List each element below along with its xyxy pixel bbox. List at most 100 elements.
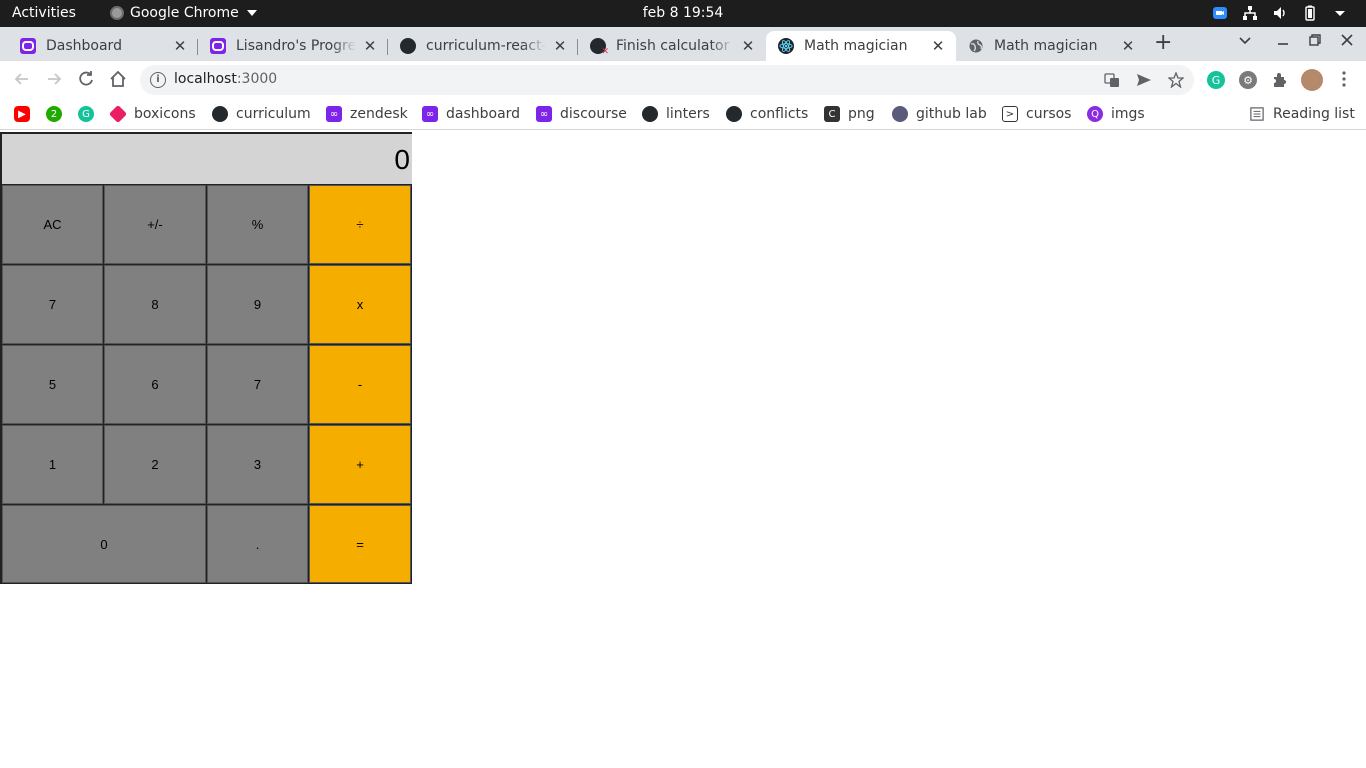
- bookmark-label: png: [848, 106, 875, 122]
- tab-title: Dashboard: [46, 38, 122, 54]
- bookmark-discourse[interactable]: ∞ discourse: [536, 104, 627, 124]
- url-host: localhost: [174, 71, 237, 87]
- restore-icon[interactable]: [1308, 33, 1322, 51]
- close-icon[interactable]: ✕: [552, 38, 568, 54]
- key-decimal[interactable]: .: [207, 505, 308, 583]
- minimize-icon[interactable]: [1276, 33, 1290, 51]
- tab-math-magician[interactable]: Math magician ✕: [956, 31, 1146, 61]
- key-multiply[interactable]: x: [309, 265, 411, 344]
- close-icon[interactable]: ✕: [740, 38, 756, 54]
- close-window-icon[interactable]: [1340, 33, 1354, 51]
- key-percent[interactable]: %: [207, 185, 308, 264]
- octocat-icon: [892, 106, 908, 122]
- app-menu[interactable]: Google Chrome: [110, 5, 257, 21]
- tab-strip: Dashboard ✕ Lisandro's Progress ✕ curric…: [0, 27, 1366, 61]
- key-2[interactable]: 2: [104, 425, 206, 504]
- key-1[interactable]: 1: [2, 425, 103, 504]
- tab-finish-calculator[interactable]: ✕ Finish calculator components ✕: [578, 31, 766, 61]
- bookmark-label: boxicons: [134, 106, 196, 122]
- bookmark-linters[interactable]: linters: [642, 104, 710, 124]
- key-sign[interactable]: +/-: [104, 185, 206, 264]
- tab-curriculum-react-redux[interactable]: curriculum-react-redux ✕: [388, 31, 578, 61]
- battery-icon[interactable]: [1302, 5, 1318, 21]
- system-top-bar: Activities Google Chrome feb 8 19:54: [0, 0, 1366, 27]
- key-ac[interactable]: AC: [2, 185, 103, 264]
- forward-icon[interactable]: [44, 69, 64, 89]
- github-pr-icon: ✕: [590, 38, 609, 57]
- bookmark-boxicons[interactable]: boxicons: [108, 104, 196, 124]
- app-menu-label: Google Chrome: [130, 5, 239, 21]
- reading-list-label: Reading list: [1273, 106, 1355, 122]
- tab-dashboard[interactable]: Dashboard ✕: [8, 31, 198, 61]
- grammarly-extension-icon[interactable]: G: [1207, 71, 1225, 89]
- back-icon[interactable]: [12, 69, 32, 89]
- reload-icon[interactable]: [76, 69, 96, 89]
- settings-extension-icon[interactable]: ⚙: [1239, 71, 1257, 89]
- close-icon[interactable]: ✕: [1120, 38, 1136, 54]
- bookmark-curriculum[interactable]: curriculum: [212, 104, 311, 124]
- key-6[interactable]: 6: [104, 345, 206, 424]
- network-icon[interactable]: [1242, 5, 1258, 21]
- send-tab-icon[interactable]: [1136, 72, 1152, 88]
- bookmark-github-lab[interactable]: github lab: [892, 104, 987, 124]
- tab-title: Math magician: [804, 38, 908, 54]
- bookmark-imgs[interactable]: Qimgs: [1087, 104, 1145, 124]
- system-tray[interactable]: [1212, 5, 1348, 21]
- site-info-icon[interactable]: i: [150, 72, 166, 88]
- bookmark-grammarly[interactable]: G: [78, 104, 102, 124]
- reading-list-button[interactable]: Reading list: [1249, 104, 1355, 124]
- bookmark-dashboard[interactable]: ∞ dashboard: [422, 104, 520, 124]
- q-icon: Q: [1087, 106, 1103, 122]
- tab-title: curriculum-react-redux: [426, 38, 546, 54]
- bookmark-star-icon[interactable]: [1167, 71, 1185, 89]
- power-menu-caret-icon[interactable]: [1332, 5, 1348, 21]
- bookmark-label: conflicts: [750, 106, 809, 122]
- volume-icon[interactable]: [1272, 5, 1288, 21]
- badge-icon: 2: [46, 106, 62, 122]
- tab-title: Lisandro's Progress: [236, 38, 356, 54]
- bookmark-label: github lab: [916, 106, 987, 122]
- youtube-icon: ▶: [14, 106, 30, 122]
- bookmark-png[interactable]: Cpng: [824, 104, 875, 124]
- bookmark-label: imgs: [1111, 106, 1145, 122]
- key-plus[interactable]: +: [309, 425, 411, 504]
- profile-avatar[interactable]: [1301, 69, 1323, 91]
- extensions-puzzle-icon[interactable]: [1271, 71, 1289, 89]
- key-0[interactable]: 0: [2, 505, 206, 583]
- home-icon[interactable]: [108, 69, 128, 89]
- microverse-icon: ∞: [422, 106, 438, 122]
- key-8[interactable]: 8: [104, 265, 206, 344]
- bookmark-conflicts[interactable]: conflicts: [726, 104, 808, 124]
- key-9[interactable]: 9: [207, 265, 308, 344]
- key-equals[interactable]: =: [309, 505, 411, 583]
- key-7-second[interactable]: 7: [207, 345, 308, 424]
- address-bar[interactable]: i localhost:3000: [140, 65, 1194, 95]
- bookmark-cursos[interactable]: > cursos: [1002, 104, 1071, 124]
- key-minus[interactable]: -: [309, 345, 411, 424]
- microverse-icon: [20, 38, 36, 54]
- key-divide[interactable]: ÷: [309, 185, 411, 264]
- tab-search-icon[interactable]: [1238, 33, 1252, 51]
- bookmark-label: zendesk: [350, 106, 408, 122]
- bookmarks-bar: ▶ 2 G boxicons curriculum ∞ zendesk ∞ dash…: [0, 98, 1366, 130]
- close-icon[interactable]: ✕: [930, 38, 946, 54]
- tab-lisandros-progress[interactable]: Lisandro's Progress ✕: [198, 31, 388, 61]
- close-icon[interactable]: ✕: [362, 38, 378, 54]
- bookmark-zendesk[interactable]: ∞ zendesk: [326, 104, 408, 124]
- key-5[interactable]: 5: [2, 345, 103, 424]
- url-text[interactable]: localhost:3000: [174, 71, 277, 87]
- activities-button[interactable]: Activities: [12, 5, 76, 21]
- bookmark-youtube[interactable]: ▶: [14, 104, 38, 124]
- tab-math-magician-active[interactable]: Math magician ✕: [766, 31, 956, 61]
- key-7[interactable]: 7: [2, 265, 103, 344]
- browser-toolbar: i localhost:3000 G ⚙: [0, 61, 1366, 98]
- key-3[interactable]: 3: [207, 425, 308, 504]
- close-icon[interactable]: ✕: [172, 38, 188, 54]
- camera-icon[interactable]: [1212, 5, 1228, 21]
- new-tab-button[interactable]: +: [1154, 30, 1172, 55]
- translate-icon[interactable]: [1104, 72, 1120, 88]
- chevron-down-icon: [246, 10, 257, 16]
- chrome-menu-icon[interactable]: [1334, 69, 1354, 89]
- bookmark-badge[interactable]: 2: [46, 104, 70, 124]
- github-icon: [400, 38, 416, 54]
